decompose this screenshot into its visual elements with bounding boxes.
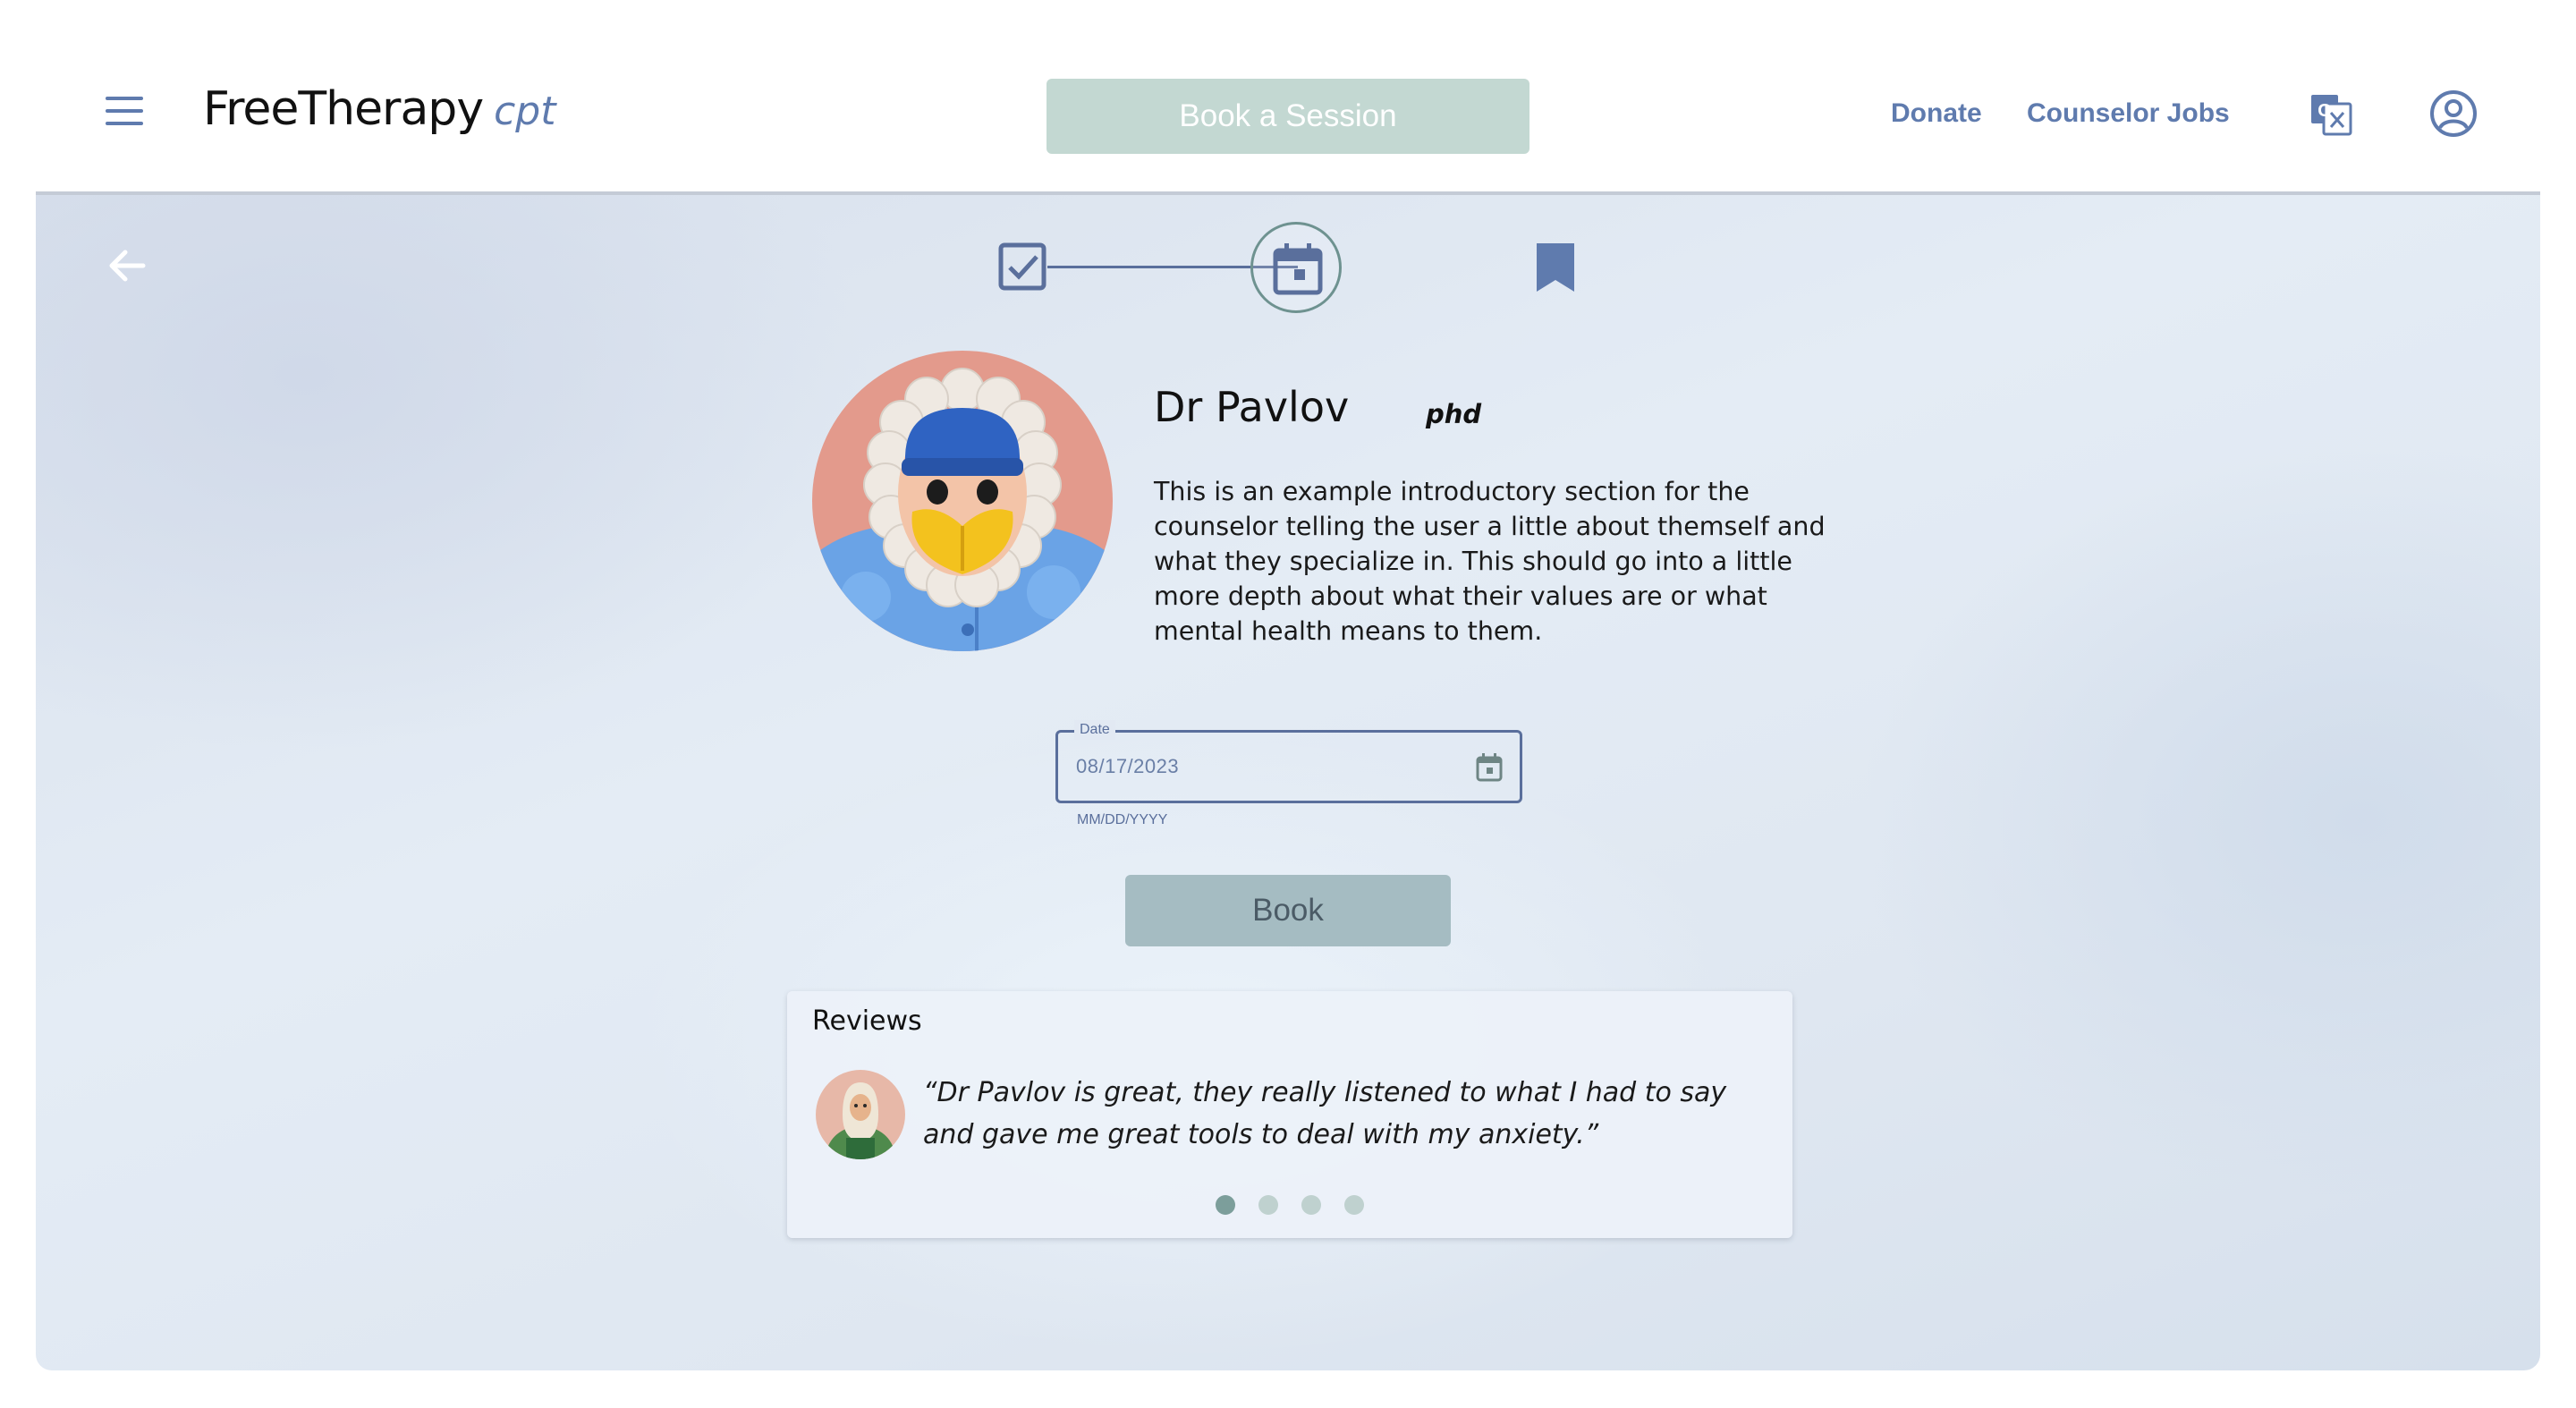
reviews-card: Reviews “Dr Pavlov is great, they really… xyxy=(787,991,1792,1238)
translate-icon[interactable]: G xyxy=(2308,91,2354,138)
carousel-dot-3[interactable] xyxy=(1301,1195,1321,1215)
back-arrow-icon[interactable] xyxy=(106,245,147,286)
carousel-dot-1[interactable] xyxy=(1216,1195,1235,1215)
counselor-bio: This is an example introductory section … xyxy=(1154,477,1826,646)
top-app-bar: FreeTherapy cpt Book a Session Donate Co… xyxy=(0,0,2576,193)
logo-text: FreeTherapy xyxy=(203,82,484,136)
carousel-dots xyxy=(787,1195,1792,1215)
check-box-icon[interactable] xyxy=(997,242,1047,292)
reviewer-avatar xyxy=(816,1070,905,1159)
date-format-hint: MM/DD/YYYY xyxy=(1077,812,1168,827)
calendar-icon[interactable] xyxy=(1475,752,1504,783)
counselor-name: Dr Pavlov xyxy=(1154,383,1350,431)
book-button[interactable]: Book xyxy=(1125,875,1451,946)
counselor-avatar xyxy=(812,351,1113,651)
calendar-step[interactable] xyxy=(1250,222,1342,313)
date-field[interactable]: Date 08/17/2023 xyxy=(1055,720,1522,803)
counselor-credential: phd xyxy=(1426,399,1482,429)
donate-link[interactable]: Donate xyxy=(1891,98,1982,129)
review-quote: “Dr Pavlov is great, they really listene… xyxy=(923,1077,1727,1150)
carousel-dot-4[interactable] xyxy=(1344,1195,1364,1215)
menu-icon[interactable] xyxy=(106,97,143,125)
date-field-value[interactable]: 08/17/2023 xyxy=(1076,733,1179,801)
reviews-title: Reviews xyxy=(812,1005,922,1037)
account-circle-icon[interactable] xyxy=(2429,89,2478,138)
svg-text:G: G xyxy=(2318,101,2332,121)
logo[interactable]: FreeTherapy cpt xyxy=(203,82,555,145)
carousel-dot-2[interactable] xyxy=(1258,1195,1278,1215)
book-session-button[interactable]: Book a Session xyxy=(1046,79,1530,154)
calendar-icon xyxy=(1273,243,1323,295)
counselor-jobs-link[interactable]: Counselor Jobs xyxy=(2027,98,2230,129)
booking-panel: Dr Pavlov phd This is an example introdu… xyxy=(36,191,2540,1370)
bookmark-icon[interactable] xyxy=(1535,242,1576,293)
logo-subtext: cpt xyxy=(494,89,556,134)
